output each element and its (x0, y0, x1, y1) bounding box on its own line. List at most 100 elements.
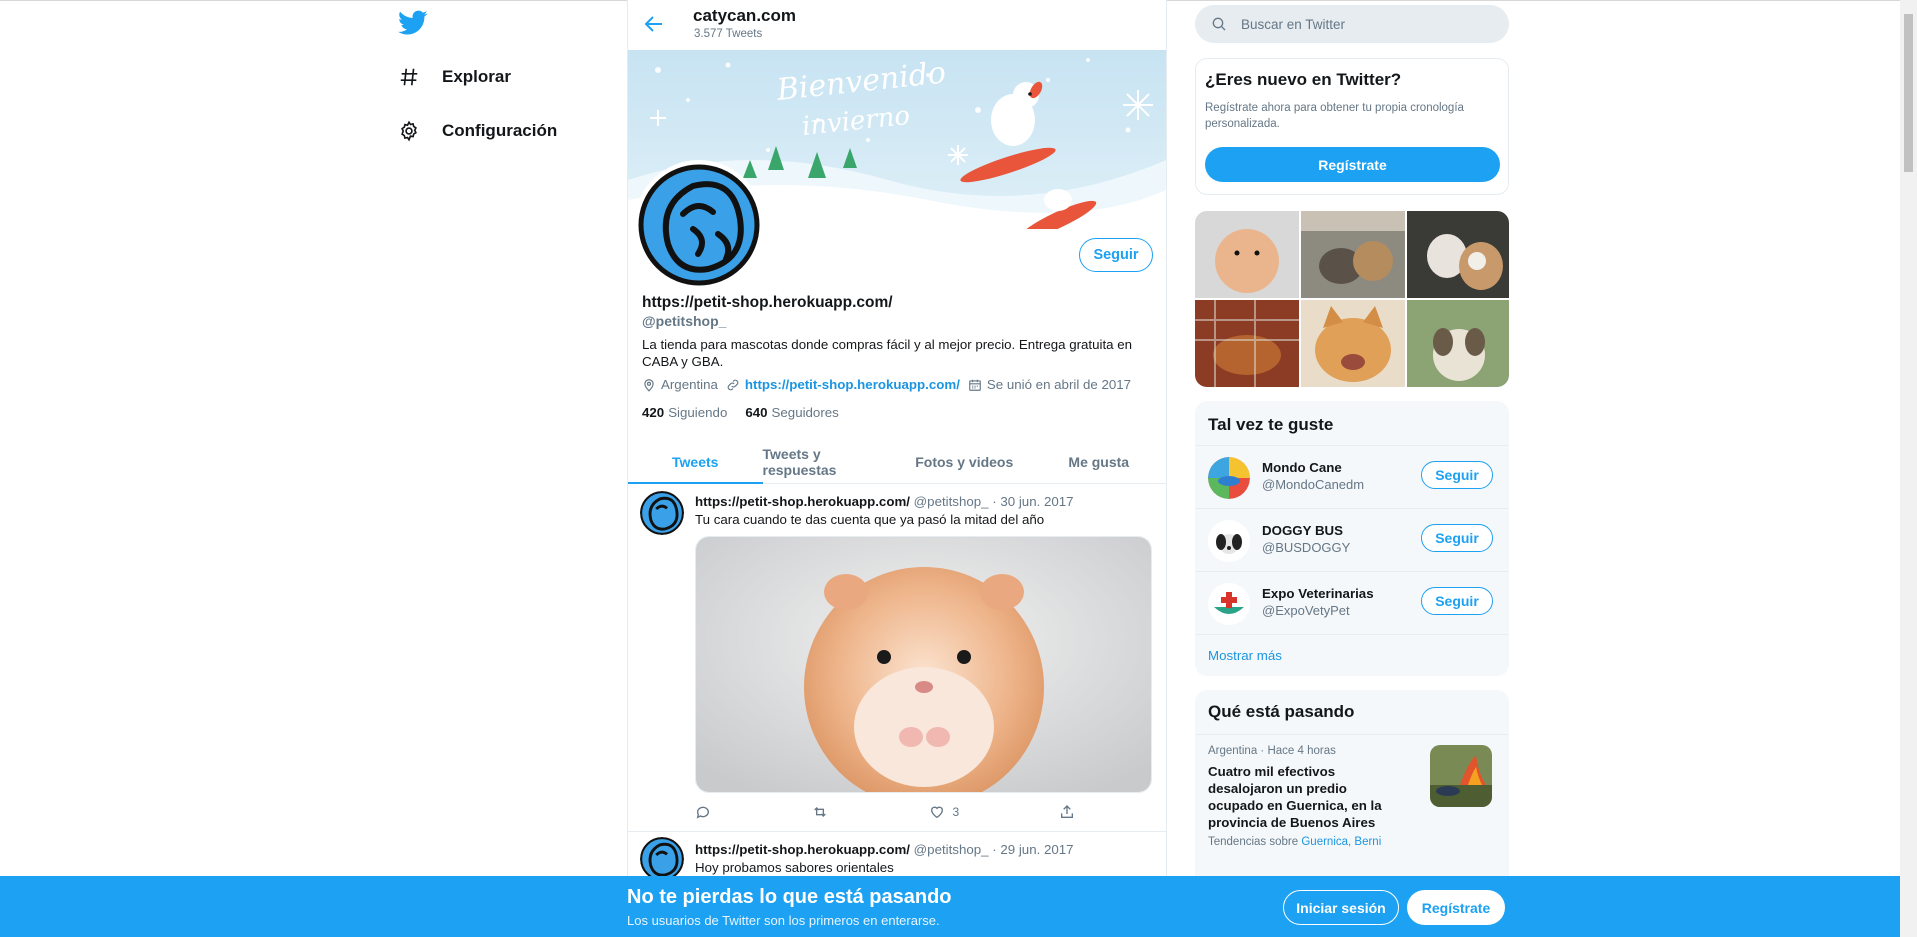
like-button[interactable]: 3 (929, 804, 960, 820)
bottom-signup-button[interactable]: Regístrate (1407, 890, 1505, 925)
trend-tags: Tendencias sobre Guernica, Berni (1208, 836, 1382, 848)
banner-title: Bienvenido (774, 55, 947, 108)
trend-item[interactable]: Argentina · Hace 4 horas Cuatro mil efec… (1196, 734, 1508, 859)
following-count[interactable]: 420 Siguiendo (642, 405, 727, 420)
signup-card-title: ¿Eres nuevo en Twitter? (1205, 70, 1402, 89)
profile-avatar[interactable] (634, 160, 764, 290)
tab-photos-videos[interactable]: Fotos y videos (897, 440, 1032, 483)
tweet-author-handle[interactable]: @petitshop_ (914, 494, 989, 509)
tweet-count: 3.577 Tweets (694, 28, 763, 40)
tweet-header: https://petit-shop.herokuapp.com/ @petit… (695, 842, 1074, 857)
account-handle: @BUSDOGGY (1262, 540, 1351, 555)
account-name: DOGGY BUS (1262, 523, 1344, 538)
suggested-account[interactable]: DOGGY BUS @BUSDOGGY Seguir (1196, 508, 1508, 571)
retweet-icon[interactable] (811, 804, 829, 820)
tweet-text: Hoy probamos sabores orientales (695, 860, 894, 875)
suggested-account[interactable]: Mondo Cane @MondoCanedm Seguir (1196, 445, 1508, 508)
account-name: Expo Veterinarias (1262, 586, 1374, 601)
profile-handle: @petitshop_ (642, 313, 727, 329)
profile-name: https://petit-shop.herokuapp.com/ (642, 294, 893, 311)
trend-thumbnail (1430, 745, 1492, 807)
tab-tweets-replies[interactable]: Tweets y respuestas (763, 440, 898, 483)
trend-headline: Cuatro mil efectivos desalojaron un pred… (1208, 764, 1382, 830)
account-handle: @ExpoVetyPet (1262, 603, 1350, 618)
media-thumb-cats[interactable] (1301, 211, 1405, 298)
account-avatar[interactable] (1208, 583, 1250, 625)
gear-icon (394, 116, 424, 146)
who-to-follow-title: Tal vez te guste (1208, 415, 1334, 434)
back-arrow-icon[interactable] (642, 12, 668, 38)
scrollbar-thumb[interactable] (1904, 14, 1913, 172)
profile-bio: La tienda para mascotas donde compras fá… (642, 337, 1133, 369)
search-input[interactable] (1241, 16, 1481, 32)
profile-stats: 420 Siguiendo 640 Seguidores (642, 405, 857, 420)
nav-item-configuracion[interactable]: Configuración (394, 111, 557, 151)
location-item: Argentina (642, 377, 718, 392)
login-button[interactable]: Iniciar sesión (1283, 890, 1399, 925)
tweet-date[interactable]: · 29 jun. 2017 (992, 842, 1073, 857)
show-more-link[interactable]: Mostrar más (1196, 634, 1508, 675)
account-avatar[interactable] (1208, 520, 1250, 562)
profile-column: catycan.com 3.577 Tweets Bienvenido invi… (627, 0, 1167, 937)
joined-item: Se unió en abril de 2017 (968, 377, 1131, 392)
tweet[interactable]: https://petit-shop.herokuapp.com/ @petit… (628, 484, 1166, 829)
signup-button[interactable]: Regístrate (1205, 147, 1500, 182)
who-to-follow-card: Tal vez te guste Mondo Cane @MondoCanedm… (1195, 401, 1509, 676)
heart-icon (930, 806, 943, 819)
follow-account-button[interactable]: Seguir (1421, 524, 1493, 552)
suggested-account[interactable]: Expo Veterinarias @ExpoVetyPet Seguir (1196, 571, 1508, 634)
share-icon[interactable] (1059, 804, 1075, 820)
media-thumb-dog-carrier[interactable] (1195, 300, 1299, 387)
account-handle: @MondoCanedm (1262, 477, 1365, 492)
nav-item-label: Explorar (442, 67, 511, 86)
tweet-header: https://petit-shop.herokuapp.com/ @petit… (695, 494, 1074, 509)
header-title: catycan.com (693, 6, 796, 25)
signup-card-description: Regístrate ahora para obtener tu propia … (1205, 102, 1464, 130)
joined-text: Se unió en abril de 2017 (986, 377, 1132, 392)
scrollbar[interactable] (1900, 0, 1917, 937)
tweet-author-name[interactable]: https://petit-shop.herokuapp.com/ (695, 842, 910, 857)
twitter-logo-icon[interactable] (398, 10, 432, 40)
follow-button[interactable]: Seguir (1079, 238, 1153, 272)
tab-likes[interactable]: Me gusta (1032, 440, 1167, 483)
website-item: https://petit-shop.herokuapp.com/ (726, 377, 960, 392)
hashtag-icon (394, 62, 424, 92)
media-thumb-hamster[interactable] (1195, 211, 1299, 298)
like-count: 3 (952, 805, 960, 819)
media-thumb-dogs[interactable] (1407, 211, 1509, 298)
signup-card: ¿Eres nuevo en Twitter? Regístrate ahora… (1195, 58, 1509, 195)
tweet-avatar[interactable] (640, 491, 684, 535)
bottom-bar-subtitle: Los usuarios de Twitter son los primeros… (627, 913, 940, 928)
tweet-text: Tu cara cuando te das cuenta que ya pasó… (695, 512, 1045, 527)
account-name: Mondo Cane (1262, 460, 1342, 475)
profile-tabs: Tweets Tweets y respuestas Fotos y video… (628, 440, 1166, 484)
whats-happening-title: Qué está pasando (1208, 702, 1355, 721)
banner-subtitle: invierno (801, 101, 912, 142)
search-box[interactable] (1195, 5, 1509, 43)
tweet-avatar[interactable] (640, 837, 684, 881)
tweet-author-handle[interactable]: @petitshop_ (914, 842, 989, 857)
reply-icon[interactable] (695, 804, 711, 820)
tweet-actions: 3 (695, 804, 1075, 820)
bottom-bar-title: No te pierdas lo que está pasando (627, 886, 952, 908)
media-thumb-orange-cat[interactable] (1301, 300, 1405, 387)
media-grid (1195, 211, 1509, 387)
bottom-signup-bar: No te pierdas lo que está pasando Los us… (0, 876, 1900, 937)
tweet-image-hamster[interactable] (695, 536, 1152, 793)
account-avatar[interactable] (1208, 457, 1250, 499)
tweet-author-name[interactable]: https://petit-shop.herokuapp.com/ (695, 494, 910, 509)
follow-account-button[interactable]: Seguir (1421, 461, 1493, 489)
link-icon (727, 379, 739, 390)
tweet-date[interactable]: · 30 jun. 2017 (992, 494, 1073, 509)
profile-header-bar: catycan.com 3.577 Tweets (628, 0, 1166, 50)
nav-item-explorar[interactable]: Explorar (394, 57, 511, 97)
tab-tweets[interactable]: Tweets (628, 440, 763, 484)
website-link[interactable]: https://petit-shop.herokuapp.com/ (745, 377, 960, 392)
location-text: Argentina (661, 377, 718, 392)
nav-item-label: Configuración (442, 121, 558, 140)
location-icon (644, 378, 654, 392)
trend-tags-link[interactable]: Guernica, Berni (1301, 836, 1381, 848)
followers-count[interactable]: 640 Seguidores (745, 405, 838, 420)
follow-account-button[interactable]: Seguir (1421, 587, 1493, 615)
media-thumb-puppy[interactable] (1407, 300, 1509, 387)
